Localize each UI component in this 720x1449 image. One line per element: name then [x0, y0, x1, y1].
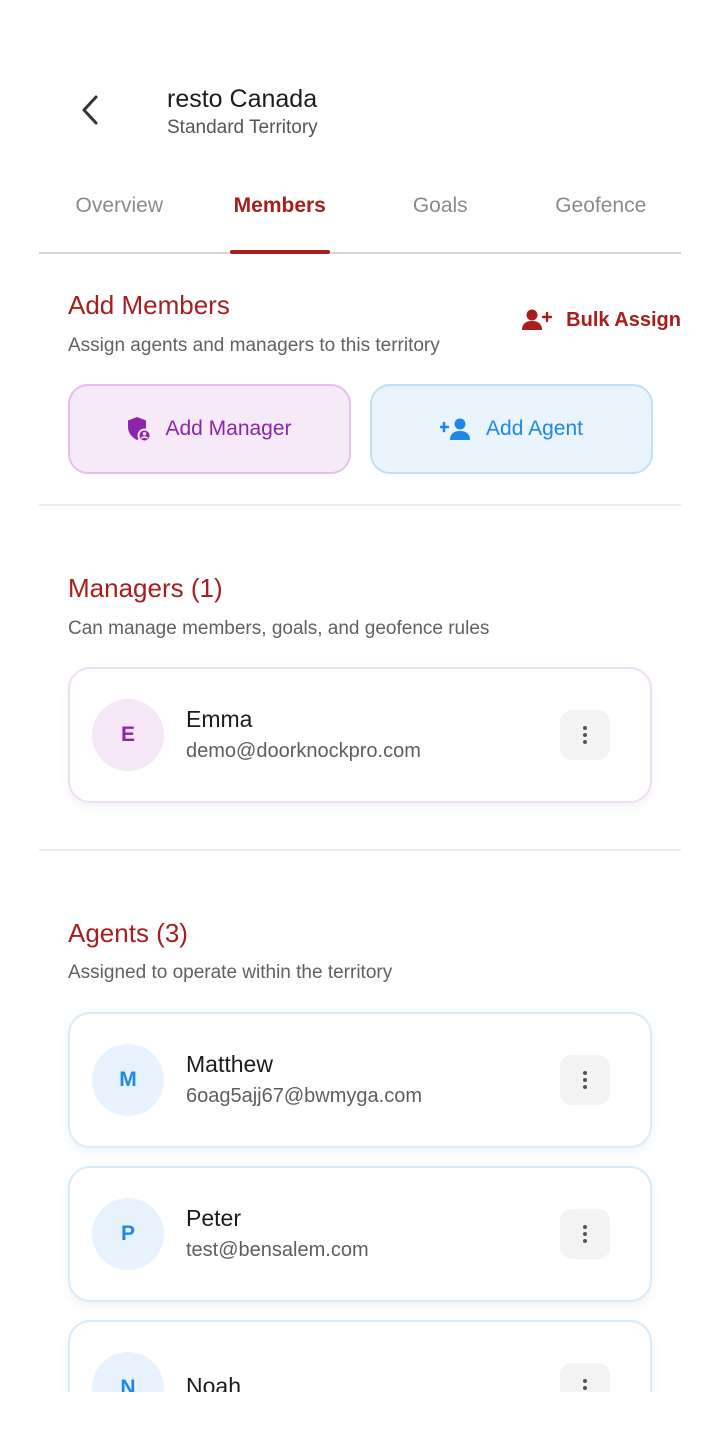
agents-title: Agents (3)	[68, 918, 188, 948]
add-manager-button[interactable]: Add Manager	[68, 384, 351, 474]
member-email: demo@doorknockpro.com	[186, 740, 421, 762]
more-options-button[interactable]	[560, 1209, 610, 1259]
section-divider	[39, 849, 681, 851]
manager-card[interactable]: E Emma demo@doorknockpro.com	[68, 667, 652, 803]
agent-card[interactable]: M Matthew 6oag5ajj67@bwmyga.com	[68, 1012, 652, 1148]
title-block: resto Canada Standard Territory	[167, 84, 318, 141]
member-email: test@bensalem.com	[186, 1239, 369, 1261]
tab-goals[interactable]: Goals	[360, 180, 521, 232]
tab-geofence[interactable]: Geofence	[521, 180, 682, 232]
member-email: 6oag5ajj67@bwmyga.com	[186, 1085, 422, 1107]
section-divider	[39, 504, 681, 506]
add-manager-label: Add Manager	[165, 417, 292, 440]
more-vert-icon	[583, 1225, 587, 1243]
person-add-icon	[522, 309, 553, 330]
back-button[interactable]	[68, 88, 112, 132]
page-title: resto Canada	[167, 85, 318, 113]
member-info: Peter test@bensalem.com	[186, 1204, 369, 1264]
more-options-button[interactable]	[560, 1055, 610, 1105]
app-header: resto Canada Standard Territory	[0, 0, 720, 180]
managers-description: Can manage members, goals, and geofence …	[68, 618, 490, 639]
agent-card[interactable]: P Peter test@bensalem.com	[68, 1166, 652, 1302]
chevron-left-icon	[82, 95, 98, 125]
avatar: P	[92, 1198, 164, 1270]
more-vert-icon	[583, 1071, 587, 1089]
avatar: M	[92, 1044, 164, 1116]
add-members-title: Add Members	[68, 290, 230, 320]
member-name: Emma	[186, 706, 253, 732]
bottom-area	[0, 1392, 720, 1449]
add-agent-label: Add Agent	[486, 417, 583, 440]
add-members-description: Assign agents and managers to this terri…	[68, 335, 440, 356]
page-subtitle: Standard Territory	[167, 117, 318, 138]
managers-title: Managers (1)	[68, 573, 223, 603]
more-options-button[interactable]	[560, 710, 610, 760]
more-vert-icon	[583, 726, 587, 744]
bulk-assign-label: Bulk Assign	[566, 308, 681, 331]
agents-description: Assigned to operate within the territory	[68, 962, 393, 983]
member-name: Peter	[186, 1205, 241, 1231]
member-info: Emma demo@doorknockpro.com	[186, 705, 421, 765]
person-add-icon	[440, 418, 471, 440]
bulk-assign-button[interactable]: Bulk Assign	[522, 308, 681, 332]
tab-bar: Overview Members Goals Geofence	[39, 180, 681, 254]
add-agent-button[interactable]: Add Agent	[370, 384, 653, 474]
member-info: Matthew 6oag5ajj67@bwmyga.com	[186, 1050, 422, 1110]
member-name: Matthew	[186, 1051, 273, 1077]
avatar: E	[92, 699, 164, 771]
tab-members[interactable]: Members	[200, 180, 361, 232]
tab-overview[interactable]: Overview	[39, 180, 200, 232]
shield-person-icon	[128, 417, 152, 442]
